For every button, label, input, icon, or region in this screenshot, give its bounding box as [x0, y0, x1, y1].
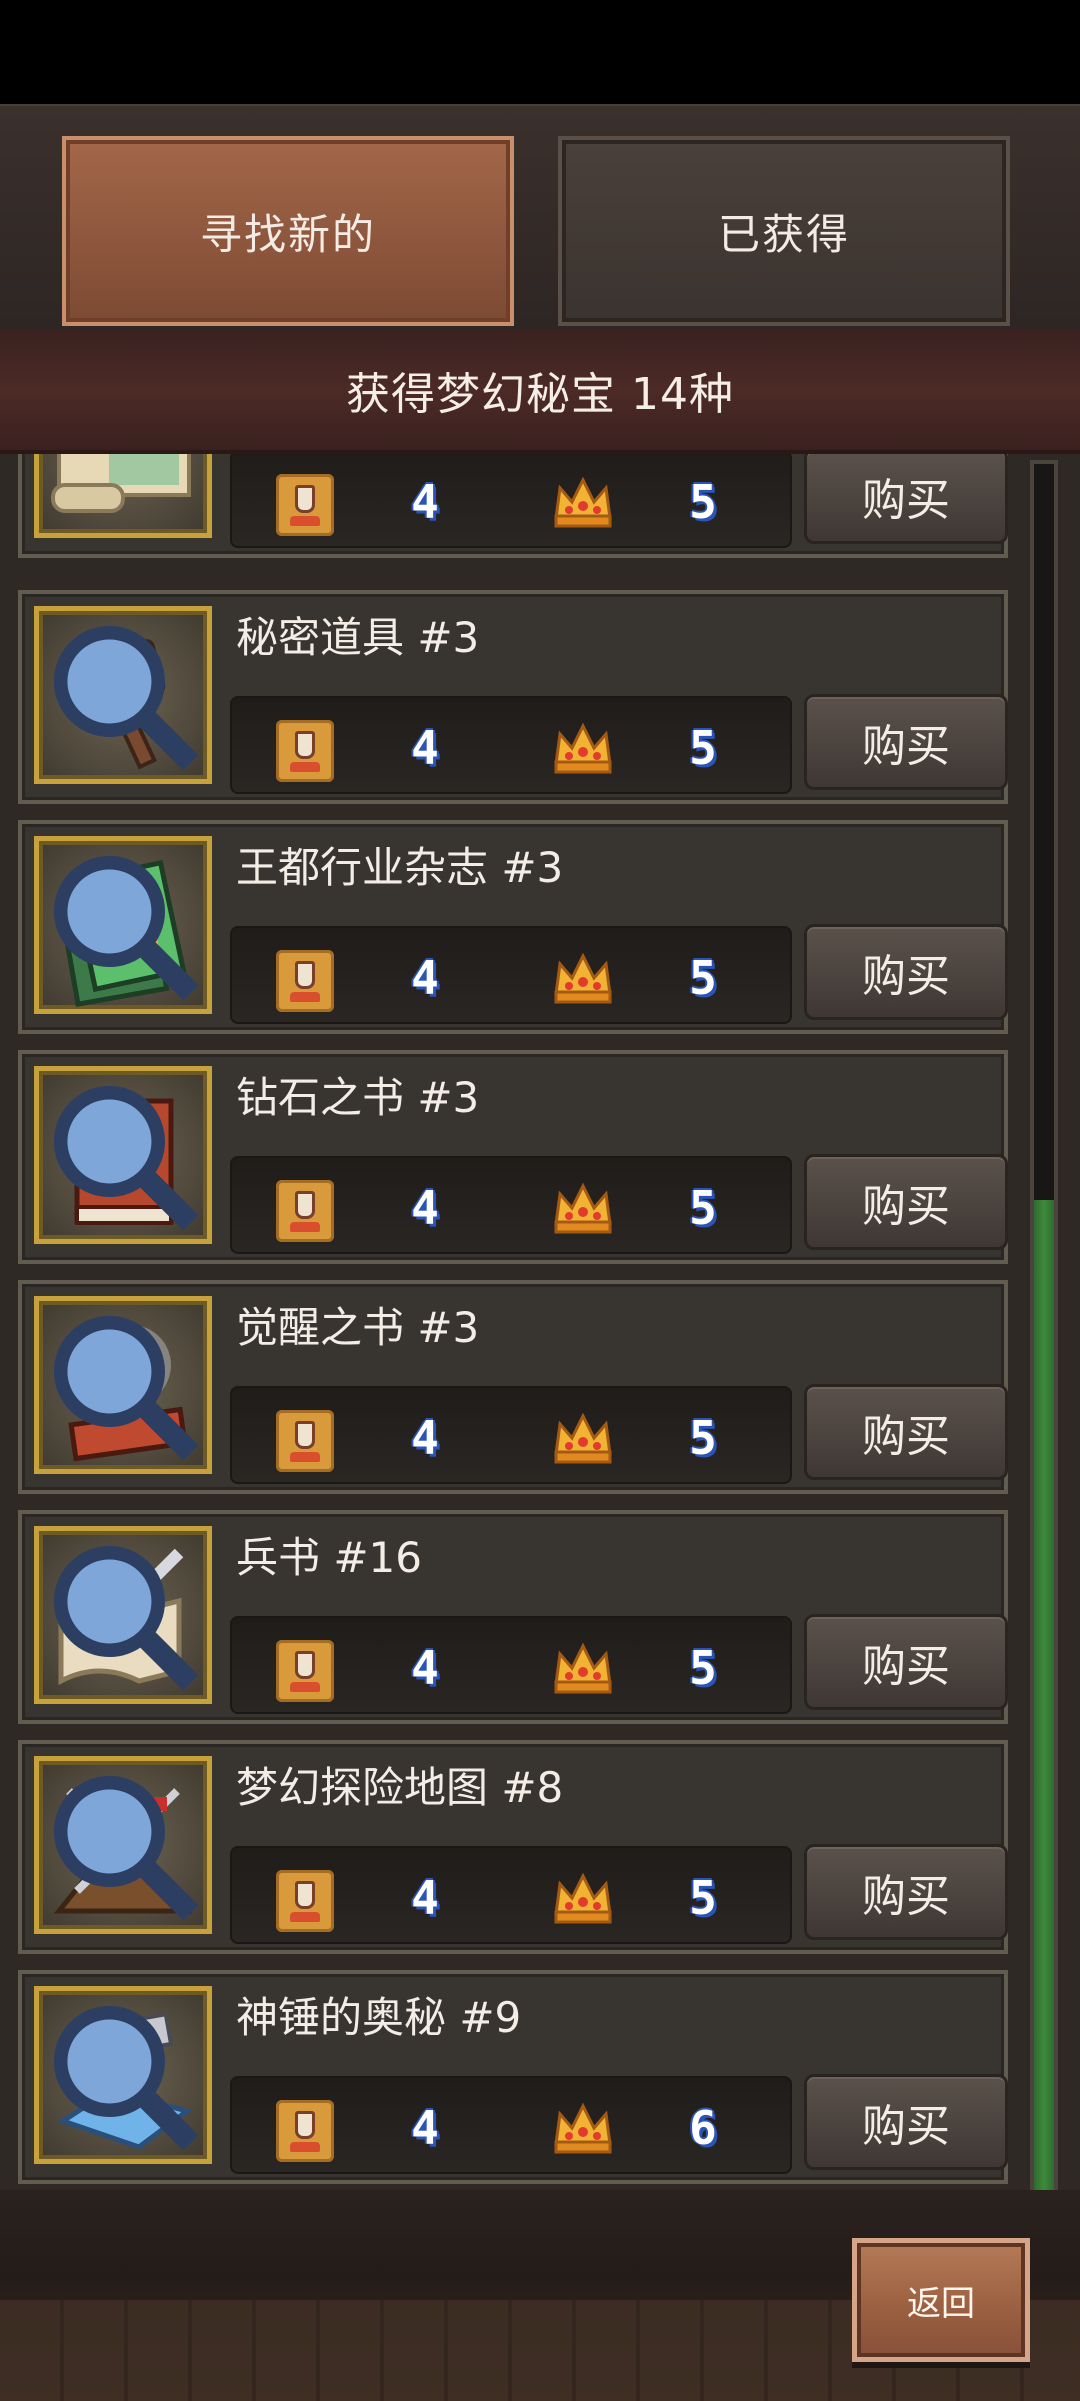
- tab-obtained-label: 已获得: [717, 209, 850, 259]
- diamond-book-icon: [34, 1066, 212, 1244]
- rarity-value: 6: [689, 2101, 717, 2155]
- scrollbar-thumb[interactable]: [1034, 1200, 1054, 2190]
- level-value: 4: [411, 721, 439, 775]
- item-name: 觉醒之书 #3: [236, 1303, 480, 1352]
- level-value: 4: [411, 1411, 439, 1465]
- magnifier-icon: [53, 1085, 199, 1231]
- buy-button[interactable]: 购买: [804, 454, 1008, 544]
- item-stats: 4 5: [230, 1386, 792, 1484]
- buy-button[interactable]: 购买: [804, 1844, 1008, 1940]
- collection-count-text: 获得梦幻秘宝 14种: [346, 369, 734, 420]
- tab-find-new[interactable]: 寻找新的: [62, 136, 514, 326]
- list-item: 梦幻探险地图 #8 4 5 购买: [18, 1740, 1008, 1954]
- tab-find-new-label: 寻找新的: [199, 209, 376, 259]
- level-value: 4: [411, 2101, 439, 2155]
- list-item: 神锤的奥秘 #9 4 6 购买: [18, 1970, 1008, 2184]
- level-value: 4: [411, 1181, 439, 1235]
- treasure-list[interactable]: 4 5 购买 ?: [0, 454, 1080, 2190]
- scroll-map-icon: [34, 454, 212, 538]
- item-name: 梦幻探险地图 #8: [236, 1763, 564, 1812]
- item-name: 兵书 #16: [236, 1533, 422, 1582]
- rarity-value: 5: [689, 951, 717, 1005]
- anvil-hammer-icon: [34, 1986, 212, 2164]
- back-button[interactable]: 返回: [852, 2238, 1030, 2362]
- rarity-value: 5: [689, 1411, 717, 1465]
- trophy-icon: [276, 720, 334, 782]
- trophy-icon: [276, 1180, 334, 1242]
- sword-scroll-icon: [34, 1526, 212, 1704]
- item-name: 神锤的奥秘 #9: [236, 1993, 522, 2042]
- crown-icon: [554, 722, 612, 774]
- tent-spears-icon: [34, 1756, 212, 1934]
- level-value: 4: [411, 1641, 439, 1695]
- crown-icon: [554, 952, 612, 1004]
- rarity-value: 5: [689, 1641, 717, 1695]
- level-value: 4: [411, 951, 439, 1005]
- trophy-icon: [276, 950, 334, 1012]
- trophy-icon: [276, 1410, 334, 1472]
- item-name: 秘密道具 #3: [236, 613, 480, 662]
- list-item: 4 5 购买: [18, 454, 1008, 558]
- level-value: 4: [411, 475, 439, 529]
- magnifier-icon: [53, 1775, 199, 1921]
- tab-obtained[interactable]: 已获得: [558, 136, 1010, 326]
- level-value: 4: [411, 1871, 439, 1925]
- item-stats: 4 5: [230, 1616, 792, 1714]
- trophy-icon: [276, 2100, 334, 2162]
- awakening-book-icon: [34, 1296, 212, 1474]
- magazine-book-icon: [34, 836, 212, 1014]
- crown-icon: [554, 1642, 612, 1694]
- buy-button[interactable]: 购买: [804, 1614, 1008, 1710]
- list-item: 王都行业杂志 #3 4 5 购买: [18, 820, 1008, 1034]
- item-stats: 4 5: [230, 454, 792, 548]
- mystery-hammer-icon: ?: [34, 606, 212, 784]
- crown-icon: [554, 2102, 612, 2154]
- trophy-icon: [276, 474, 334, 536]
- trophy-icon: [276, 1870, 334, 1932]
- rarity-value: 5: [689, 1871, 717, 1925]
- buy-button[interactable]: 购买: [804, 1384, 1008, 1480]
- rarity-value: 5: [689, 475, 717, 529]
- rarity-value: 5: [689, 721, 717, 775]
- crown-icon: [554, 1182, 612, 1234]
- item-stats: 4 5: [230, 926, 792, 1024]
- list-item: 觉醒之书 #3 4 5 购买: [18, 1280, 1008, 1494]
- item-stats: 4 6: [230, 2076, 792, 2174]
- screen: 寻找新的 已获得 获得梦幻秘宝 14种 4 5 购买 秘密道具 #3 4 5 购…: [0, 0, 1080, 2401]
- trophy-icon: [276, 1640, 334, 1702]
- item-name: 王都行业杂志 #3: [236, 843, 564, 892]
- buy-button[interactable]: 购买: [804, 924, 1008, 1020]
- list-item: ? 秘密道具 #3 4 5 购买: [18, 590, 1008, 804]
- crown-icon: [554, 476, 612, 528]
- buy-button[interactable]: 购买: [804, 694, 1008, 790]
- list-item: 兵书 #16 4 5 购买: [18, 1510, 1008, 1724]
- tab-bar: 寻找新的 已获得: [0, 104, 1080, 332]
- magnifier-icon: [53, 1315, 199, 1461]
- magnifier-icon: [53, 2005, 199, 2151]
- footer: 返回: [0, 2190, 1080, 2401]
- item-stats: 4 5: [230, 1846, 792, 1944]
- item-name: 钻石之书 #3: [236, 1073, 480, 1122]
- back-button-label: 返回: [907, 2283, 975, 2324]
- buy-button[interactable]: 购买: [804, 1154, 1008, 1250]
- status-bar: [0, 0, 1080, 104]
- magnifier-icon: [53, 1545, 199, 1691]
- list-item: 钻石之书 #3 4 5 购买: [18, 1050, 1008, 1264]
- crown-icon: [554, 1412, 612, 1464]
- item-stats: 4 5: [230, 1156, 792, 1254]
- item-stats: 4 5: [230, 696, 792, 794]
- crown-icon: [554, 1872, 612, 1924]
- magnifier-icon: [53, 625, 199, 771]
- collection-count-banner: 获得梦幻秘宝 14种: [0, 330, 1080, 454]
- buy-button[interactable]: 购买: [804, 2074, 1008, 2170]
- rarity-value: 5: [689, 1181, 717, 1235]
- magnifier-icon: [53, 855, 199, 1001]
